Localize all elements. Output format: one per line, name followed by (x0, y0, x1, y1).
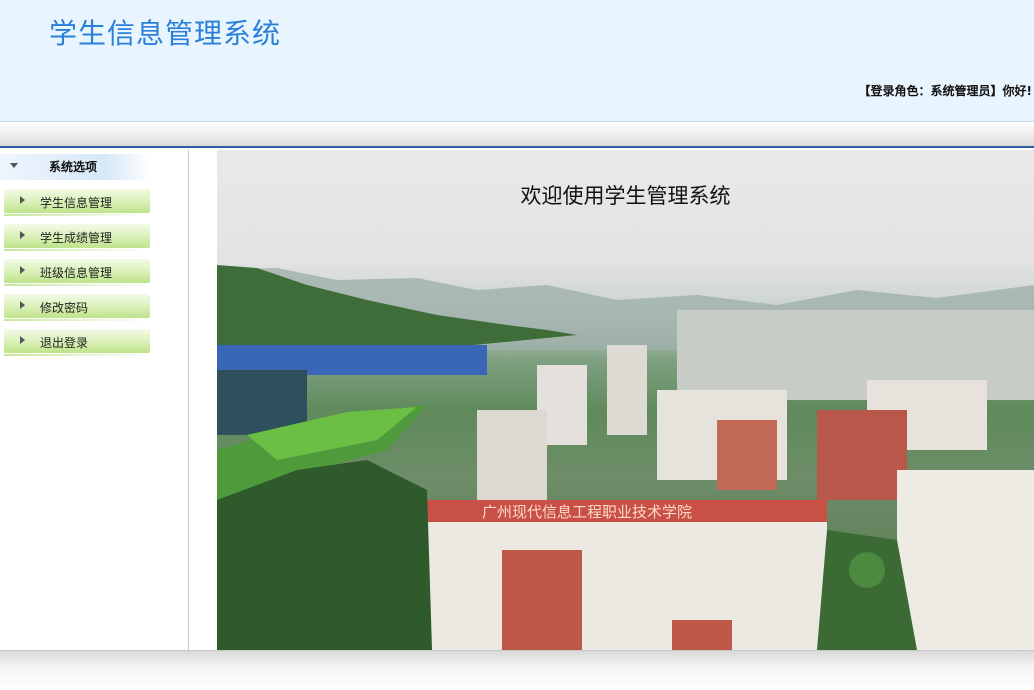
header: 学生信息管理系统 【登录角色：系统管理员】你好! (0, 0, 1034, 122)
sidebar-item-logout[interactable]: 退出登录 (4, 329, 150, 356)
chevron-right-icon (20, 301, 25, 309)
main-content: 广州现代信息工程职业技术学院 欢迎使用学生管理系统 (217, 150, 1034, 650)
sidebar-item-label: 修改密码 (40, 301, 89, 315)
chevron-right-icon (20, 231, 25, 239)
sidebar-item-label: 学生信息管理 (40, 196, 113, 210)
chevron-right-icon (20, 196, 25, 204)
sidebar: 系统选项 学生信息管理 学生成绩管理 班级信息管理 修改密码 退出登录 (0, 150, 189, 650)
campus-photo: 广州现代信息工程职业技术学院 (217, 265, 1034, 650)
sidebar-item-student-grades[interactable]: 学生成绩管理 (4, 224, 150, 251)
sidebar-item-change-password[interactable]: 修改密码 (4, 294, 150, 321)
app-title: 学生信息管理系统 (49, 17, 282, 50)
sidebar-section-title: 系统选项 (49, 160, 98, 174)
welcome-title: 欢迎使用学生管理系统 (520, 184, 731, 208)
chevron-right-icon (20, 336, 25, 344)
footer-bar (0, 650, 1034, 690)
banner-text: 广州现代信息工程职业技术学院 (482, 503, 692, 521)
chevron-down-icon (10, 163, 18, 168)
sidebar-item-label: 班级信息管理 (40, 266, 113, 280)
top-nav-bar (0, 122, 1034, 148)
sidebar-item-label: 学生成绩管理 (40, 231, 113, 245)
sidebar-item-class-info[interactable]: 班级信息管理 (4, 259, 150, 286)
chevron-right-icon (20, 266, 25, 274)
sidebar-item-label: 退出登录 (40, 336, 89, 350)
sidebar-item-student-info[interactable]: 学生信息管理 (4, 189, 150, 216)
login-role-info: 【登录角色：系统管理员】你好! (858, 84, 1032, 98)
sidebar-section-header[interactable]: 系统选项 (0, 154, 150, 180)
